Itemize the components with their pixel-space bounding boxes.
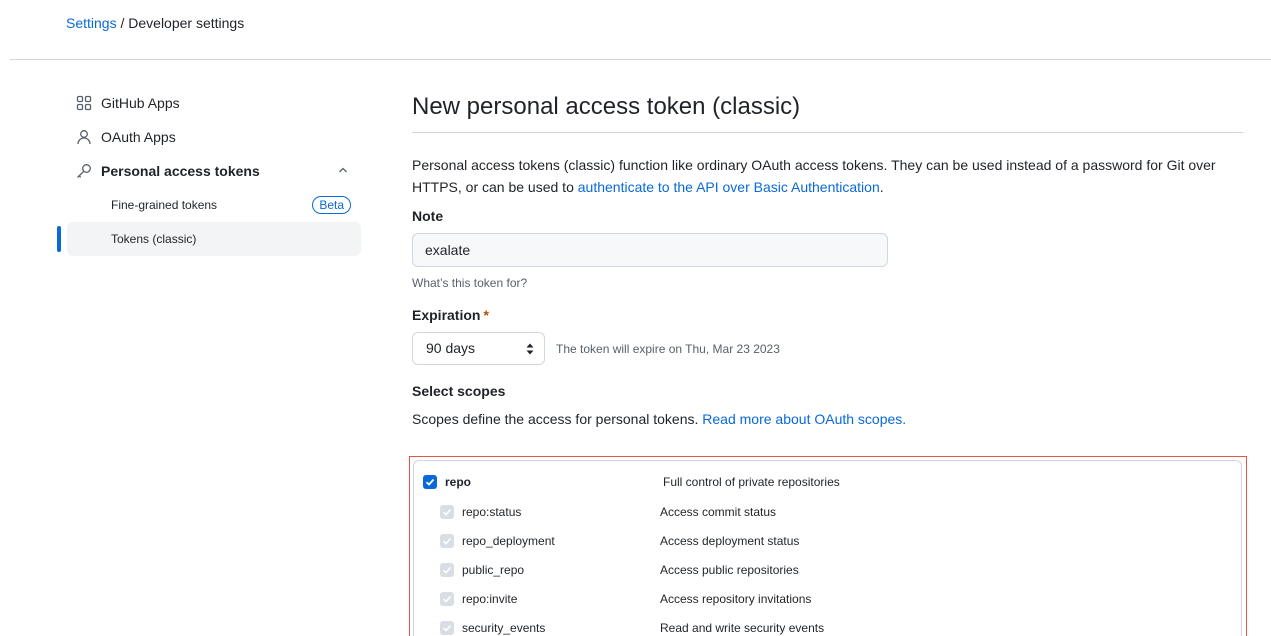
person-icon bbox=[76, 129, 92, 145]
sidebar-item-label: Personal access tokens bbox=[101, 163, 260, 179]
note-input[interactable] bbox=[412, 233, 888, 267]
sidebar-item-personal-access-tokens[interactable]: Personal access tokens bbox=[57, 154, 361, 188]
scopes-label: Select scopes bbox=[412, 383, 506, 399]
scope-name: public_repo bbox=[462, 562, 525, 577]
sidebar-subitem-fine-grained-tokens[interactable]: Fine-grained tokens Beta bbox=[67, 188, 361, 222]
sidebar-subitem-tokens-classic[interactable]: Tokens (classic) bbox=[57, 222, 361, 256]
sidebar-item-label: OAuth Apps bbox=[101, 129, 176, 145]
scope-row-security-events: security_events Read and write security … bbox=[414, 613, 1241, 636]
active-indicator bbox=[57, 226, 61, 252]
select-arrows-icon bbox=[526, 343, 534, 355]
expiration-select[interactable]: 90 days bbox=[412, 332, 545, 365]
basic-auth-link[interactable]: authenticate to the API over Basic Authe… bbox=[578, 179, 880, 195]
expiration-selected-value: 90 days bbox=[426, 340, 476, 356]
apps-icon bbox=[76, 95, 92, 111]
checkbox-checked-icon[interactable] bbox=[423, 474, 437, 489]
page: Settings / Developer settings GitHub App… bbox=[0, 0, 1271, 636]
expiration-label-text: Expiration bbox=[412, 307, 481, 323]
checkbox-disabled-icon bbox=[440, 562, 454, 577]
note-hint: What’s this token for? bbox=[412, 276, 528, 290]
checkbox-disabled-icon bbox=[440, 504, 454, 519]
expiration-row: 90 days The token will expire on Thu, Ma… bbox=[412, 332, 1243, 365]
sidebar-subitem-label: Fine-grained tokens bbox=[111, 198, 218, 212]
page-title: New personal access token (classic) bbox=[412, 92, 1243, 133]
sidebar-subitem-label: Tokens (classic) bbox=[111, 232, 197, 246]
scope-description: Access deployment status bbox=[660, 533, 800, 548]
required-mark: * bbox=[483, 307, 489, 323]
checkbox-disabled-icon bbox=[440, 533, 454, 548]
scopes-description-text: Scopes define the access for personal to… bbox=[412, 411, 703, 427]
main-content: New personal access token (classic) Pers… bbox=[412, 92, 1243, 429]
breadcrumb-current: Developer settings bbox=[128, 15, 245, 31]
scope-row-repo-status: repo:status Access commit status bbox=[414, 497, 1241, 526]
scope-row-repo[interactable]: repo Full control of private repositorie… bbox=[414, 467, 1241, 496]
scope-description: Access commit status bbox=[660, 504, 777, 519]
header-divider bbox=[10, 59, 1271, 60]
page-description: Personal access tokens (classic) functio… bbox=[412, 154, 1243, 198]
scope-description: Full control of private repositories bbox=[663, 474, 840, 489]
checkbox-disabled-icon bbox=[440, 620, 454, 635]
scope-description: Access public repositories bbox=[660, 562, 799, 577]
scope-name: repo:status bbox=[462, 504, 522, 519]
checkbox-disabled-icon bbox=[440, 591, 454, 606]
sidebar-item-label: GitHub Apps bbox=[101, 95, 180, 111]
sidebar: GitHub Apps OAuth Apps Personal access t… bbox=[57, 86, 361, 256]
scope-name: repo:invite bbox=[462, 591, 518, 606]
scope-row-repo-invite: repo:invite Access repository invitation… bbox=[414, 584, 1241, 613]
expiration-label: Expiration * bbox=[412, 305, 1243, 325]
key-icon bbox=[76, 163, 92, 179]
note-label: Note bbox=[412, 208, 444, 224]
scope-row-public-repo: public_repo Access public repositories bbox=[414, 555, 1241, 584]
expiration-note: The token will expire on Thu, Mar 23 202… bbox=[556, 341, 780, 356]
chevron-up-icon[interactable] bbox=[337, 164, 349, 176]
scope-row-repo-deployment: repo_deployment Access deployment status bbox=[414, 526, 1241, 555]
beta-badge: Beta bbox=[312, 196, 351, 214]
scope-name: repo bbox=[445, 474, 472, 489]
sidebar-item-oauth-apps[interactable]: OAuth Apps bbox=[57, 120, 361, 154]
scopes-description: Scopes define the access for personal to… bbox=[412, 409, 1243, 429]
oauth-scopes-link[interactable]: Read more about OAuth scopes. bbox=[702, 411, 906, 427]
scope-name: security_events bbox=[462, 620, 546, 635]
description-suffix: . bbox=[879, 179, 884, 195]
breadcrumb-separator: / bbox=[120, 15, 125, 31]
scope-description: Access repository invitations bbox=[660, 591, 812, 606]
breadcrumb: Settings / Developer settings bbox=[66, 13, 244, 33]
scope-name: repo_deployment bbox=[462, 533, 555, 548]
scope-description: Read and write security events bbox=[660, 620, 825, 635]
sidebar-item-github-apps[interactable]: GitHub Apps bbox=[57, 86, 361, 120]
breadcrumb-settings-link[interactable]: Settings bbox=[66, 15, 117, 31]
scopes-list: repo Full control of private repositorie… bbox=[413, 460, 1242, 636]
